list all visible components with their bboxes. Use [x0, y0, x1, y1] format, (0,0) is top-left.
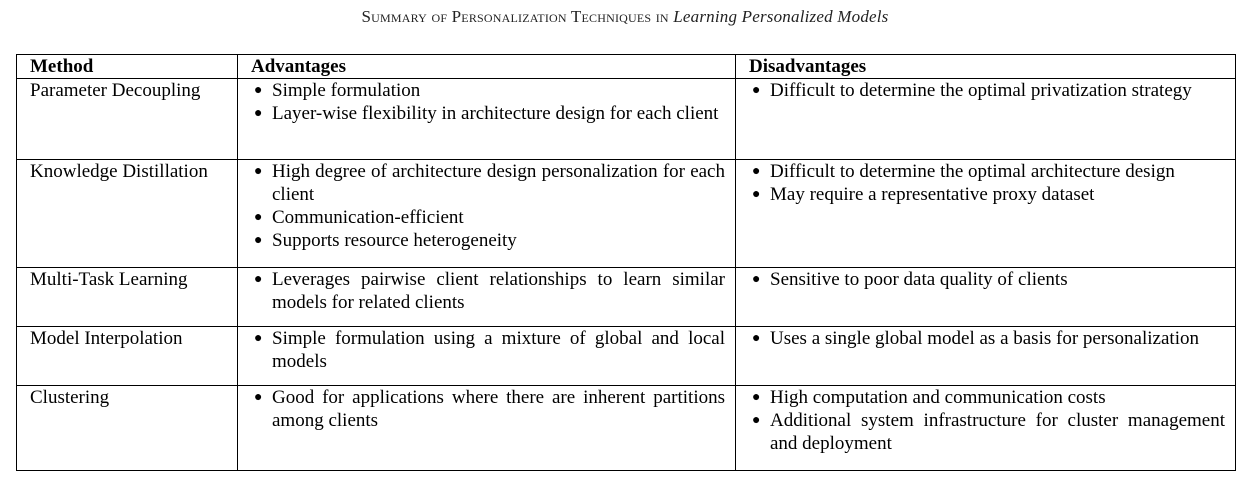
- bullet-icon: ●: [752, 83, 761, 98]
- bullet-icon: ●: [254, 331, 263, 346]
- method-cell: Multi-Task Learning: [16, 267, 238, 327]
- personalization-summary-table: Method Advantages Disadvantages Paramete…: [16, 54, 1236, 471]
- disadvantages-list: ● Uses a single global model as a basis f…: [749, 327, 1225, 350]
- list-item-text: Sensitive to poor data quality of client…: [770, 269, 1068, 290]
- advantages-cell: ● Simple formulation using a mixture of g…: [237, 326, 736, 386]
- advantages-cell: ● Good for applications where there are i…: [237, 385, 736, 471]
- list-item: ● Simple formulation: [251, 79, 725, 102]
- method-cell: Clustering: [16, 385, 238, 471]
- bullet-icon: ●: [254, 210, 263, 225]
- list-item: ● Additional system infrastructure for cl…: [749, 409, 1225, 455]
- table-row: Clustering ● Good for applications where …: [16, 385, 1236, 471]
- bullet-icon: ●: [752, 390, 761, 405]
- table-row: Model Interpolation ● Simple formulation …: [16, 326, 1236, 386]
- table-caption: Summary of Personalization Techniques in…: [0, 7, 1250, 27]
- disadvantages-list: ● Difficult to determine the optimal arch…: [749, 160, 1225, 206]
- list-item: ● Leverages pairwise client relationships…: [251, 268, 725, 314]
- advantages-list: ● Leverages pairwise client relationships…: [251, 268, 725, 314]
- disadvantages-list: ● Difficult to determine the optimal priv…: [749, 79, 1225, 102]
- method-cell: Knowledge Distillation: [16, 159, 238, 268]
- bullet-icon: ●: [254, 83, 263, 98]
- list-item-text: High degree of architecture design perso…: [272, 161, 725, 205]
- caption-emphasis: Learning Personalized Models: [673, 7, 889, 26]
- bullet-icon: ●: [752, 187, 761, 202]
- list-item: ● Supports resource heterogeneity: [251, 229, 725, 252]
- disadvantages-cell: ● Sensitive to poor data quality of clien…: [735, 267, 1236, 327]
- bullet-icon: ●: [254, 233, 263, 248]
- list-item-text: Supports resource heterogeneity: [272, 230, 517, 251]
- advantages-cell: ● High degree of architecture design pers…: [237, 159, 736, 268]
- list-item: ● May require a representative proxy data…: [749, 183, 1225, 206]
- bullet-icon: ●: [752, 413, 761, 428]
- header-advantages: Advantages: [237, 54, 736, 79]
- bullet-icon: ●: [752, 331, 761, 346]
- disadvantages-cell: ● Difficult to determine the optimal priv…: [735, 78, 1236, 160]
- disadvantages-cell: ● High computation and communication cost…: [735, 385, 1236, 471]
- advantages-cell: ● Simple formulation ● Layer-wise flexibil…: [237, 78, 736, 160]
- list-item-text: Good for applications where there are in…: [272, 387, 725, 431]
- header-disadvantages: Disadvantages: [735, 54, 1236, 79]
- list-item-text: High computation and communication costs: [770, 387, 1106, 408]
- list-item: ● Difficult to determine the optimal arch…: [749, 160, 1225, 183]
- list-item-text: May require a representative proxy datas…: [770, 184, 1095, 205]
- list-item-text: Communication-efficient: [272, 207, 464, 228]
- list-item: ● Communication-efficient: [251, 206, 725, 229]
- bullet-icon: ●: [254, 106, 263, 121]
- advantages-list: ● High degree of architecture design pers…: [251, 160, 725, 252]
- list-item: ● Simple formulation using a mixture of g…: [251, 327, 725, 373]
- list-item-text: Simple formulation using a mixture of gl…: [272, 328, 725, 372]
- list-item-text: Difficult to determine the optimal archi…: [770, 161, 1175, 182]
- advantages-list: ● Good for applications where there are i…: [251, 386, 725, 432]
- advantages-list: ● Simple formulation using a mixture of g…: [251, 327, 725, 373]
- list-item: ● High degree of architecture design pers…: [251, 160, 725, 206]
- table-row: Multi-Task Learning ● Leverages pairwise …: [16, 267, 1236, 327]
- list-item: ● Sensitive to poor data quality of clien…: [749, 268, 1225, 291]
- bullet-icon: ●: [254, 390, 263, 405]
- list-item: ● High computation and communication cost…: [749, 386, 1225, 409]
- table-row: Parameter Decoupling ● Simple formulation…: [16, 78, 1236, 160]
- table-row: Knowledge Distillation ● High degree of a…: [16, 159, 1236, 268]
- list-item-text: Uses a single global model as a basis fo…: [770, 328, 1199, 349]
- disadvantages-list: ● High computation and communication cost…: [749, 386, 1225, 455]
- list-item: ● Difficult to determine the optimal priv…: [749, 79, 1225, 102]
- bullet-icon: ●: [752, 272, 761, 287]
- disadvantages-cell: ● Uses a single global model as a basis f…: [735, 326, 1236, 386]
- list-item-text: Layer-wise flexibility in architecture d…: [272, 103, 719, 124]
- list-item-text: Simple formulation: [272, 80, 421, 101]
- disadvantages-list: ● Sensitive to poor data quality of clien…: [749, 268, 1225, 291]
- caption-plain: Summary of Personalization Techniques in: [361, 7, 669, 26]
- list-item-text: Additional system infrastructure for clu…: [770, 410, 1225, 454]
- advantages-list: ● Simple formulation ● Layer-wise flexibil…: [251, 79, 725, 125]
- advantages-cell: ● Leverages pairwise client relationships…: [237, 267, 736, 327]
- bullet-icon: ●: [254, 272, 263, 287]
- list-item-text: Leverages pairwise client relationships …: [272, 269, 725, 313]
- bullet-icon: ●: [254, 164, 263, 179]
- list-item: ● Layer-wise flexibility in architecture …: [251, 102, 725, 125]
- list-item-text: Difficult to determine the optimal priva…: [770, 80, 1192, 101]
- list-item: ● Good for applications where there are i…: [251, 386, 725, 432]
- method-cell: Parameter Decoupling: [16, 78, 238, 160]
- bullet-icon: ●: [752, 164, 761, 179]
- header-method: Method: [16, 54, 238, 79]
- method-cell: Model Interpolation: [16, 326, 238, 386]
- disadvantages-cell: ● Difficult to determine the optimal arch…: [735, 159, 1236, 268]
- table-header-row: Method Advantages Disadvantages: [16, 54, 1236, 79]
- list-item: ● Uses a single global model as a basis f…: [749, 327, 1225, 350]
